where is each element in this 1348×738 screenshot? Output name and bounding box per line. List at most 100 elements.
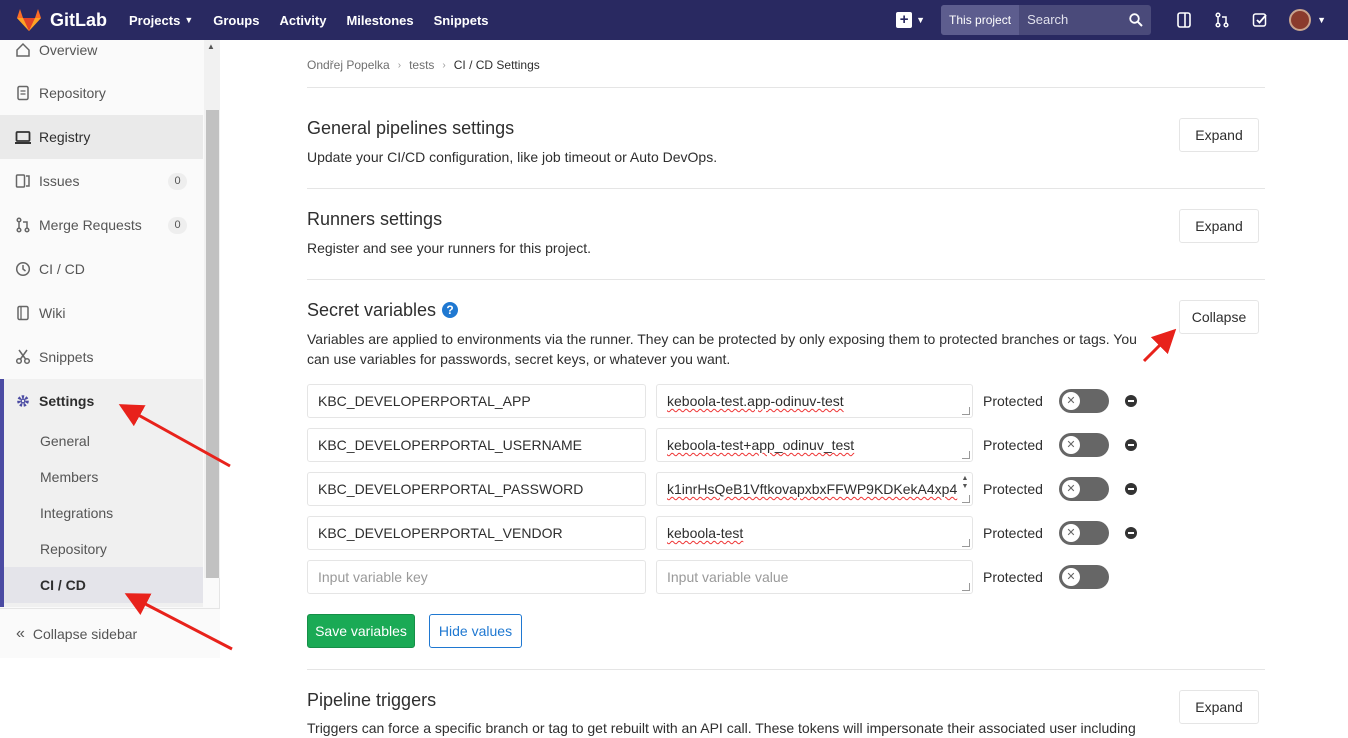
book-icon xyxy=(15,305,31,321)
scroll-up-arrow-icon[interactable]: ▲ xyxy=(207,42,215,51)
sidebar-item-settings[interactable]: Settings xyxy=(0,379,203,423)
resize-handle-icon[interactable] xyxy=(962,539,970,547)
new-variable-value-input[interactable]: Input variable value xyxy=(656,560,973,594)
sidebar-toggle-icon[interactable] xyxy=(1173,9,1195,31)
save-variables-button[interactable]: Save variables xyxy=(307,614,415,648)
general-pipelines-expand-button[interactable]: Expand xyxy=(1179,118,1259,152)
chevron-right-icon: › xyxy=(397,59,402,71)
secret-variables-title: Secret variables xyxy=(307,300,437,320)
divider xyxy=(307,87,1265,88)
protected-toggle[interactable]: ✕ xyxy=(1059,521,1109,545)
merge-icon xyxy=(15,217,31,233)
variable-value-input[interactable]: keboola-test xyxy=(656,516,973,550)
sidebar-item-issues[interactable]: Issues 0 xyxy=(0,159,203,203)
merge-request-icon[interactable] xyxy=(1211,9,1233,31)
sidebar-item-cicd[interactable]: CI / CD xyxy=(0,247,203,291)
issues-count-badge: 0 xyxy=(168,172,187,190)
variable-value-input[interactable]: keboola-test.app-odinuv-test xyxy=(656,384,973,418)
search-input[interactable]: Search xyxy=(1019,5,1151,35)
variable-value-text: keboola-test.app-odinuv-test xyxy=(667,393,844,409)
new-variable-key-input[interactable]: Input variable key xyxy=(307,560,646,594)
plus-icon: + xyxy=(896,12,913,28)
sidebar-item-merge-requests[interactable]: Merge Requests 0 xyxy=(0,203,203,247)
settings-submenu: General Members Integrations Repository … xyxy=(0,419,203,607)
submenu-repository[interactable]: Repository xyxy=(40,531,107,567)
sidebar-item-snippets[interactable]: Snippets xyxy=(0,335,203,379)
sidebar-item-overview[interactable]: Overview xyxy=(0,28,203,72)
key-placeholder: Input variable key xyxy=(318,569,428,585)
user-avatar[interactable] xyxy=(1289,9,1312,31)
breadcrumb-user[interactable]: Ondřej Popelka xyxy=(307,58,390,72)
divider xyxy=(307,669,1265,670)
sidebar-item-wiki[interactable]: Wiki xyxy=(0,291,203,335)
submenu-integrations[interactable]: Integrations xyxy=(40,495,113,531)
nav-milestones-label: Milestones xyxy=(346,12,414,28)
close-icon: ✕ xyxy=(1062,392,1080,410)
close-icon: ✕ xyxy=(1062,524,1080,542)
general-pipelines-title: General pipelines settings xyxy=(307,118,515,138)
variable-key-input[interactable]: KBC_DEVELOPERPORTAL_USERNAME xyxy=(307,428,646,462)
todo-check-icon[interactable] xyxy=(1249,9,1271,31)
nav-projects-label: Projects xyxy=(129,12,181,28)
secret-variables-collapse-button[interactable]: Collapse xyxy=(1179,300,1259,334)
pipeline-triggers-desc: Triggers can force a specific branch or … xyxy=(307,720,1136,736)
chevron-down-icon[interactable]: ▼ xyxy=(1317,15,1326,25)
protected-label: Protected xyxy=(983,393,1043,409)
resize-handle-icon[interactable] xyxy=(962,495,970,503)
question-circle-icon[interactable]: ? xyxy=(442,302,459,318)
chevron-right-icon: › xyxy=(442,59,446,71)
nav-groups-label: Groups xyxy=(213,12,260,28)
project-sidebar: Overview Repository Registry Issues 0 Me… xyxy=(0,40,220,658)
remove-variable-icon[interactable] xyxy=(1125,527,1137,539)
nav-milestones[interactable]: Milestones xyxy=(346,13,413,28)
sidebar-item-label: Wiki xyxy=(39,305,66,321)
protected-toggle[interactable]: ✕ xyxy=(1059,477,1109,501)
runners-settings-expand-button[interactable]: Expand xyxy=(1179,209,1259,243)
search-placeholder: Search xyxy=(1027,12,1069,27)
doc-icon xyxy=(15,85,31,101)
search-scope-badge[interactable]: This project xyxy=(941,5,1020,35)
variable-value-input[interactable]: k1inrHsQeB1VftkovapxbxFFWP9KDKekA4xp4 ▲ ▼ xyxy=(656,472,973,506)
sidebar-item-repository[interactable]: Repository xyxy=(0,71,203,115)
resize-handle-icon[interactable] xyxy=(962,583,970,591)
variable-value-text: keboola-test+app_odinuv_test xyxy=(667,437,855,453)
nav-activity[interactable]: Activity xyxy=(279,13,326,28)
breadcrumb-current[interactable]: CI / CD Settings xyxy=(454,58,540,72)
resize-handle-icon[interactable] xyxy=(962,407,970,415)
divider xyxy=(307,279,1265,280)
nav-snippets[interactable]: Snippets xyxy=(434,13,489,28)
double-chevron-left-icon: « xyxy=(16,624,25,642)
new-item-button[interactable]: + ▼ xyxy=(896,12,925,28)
remove-variable-icon[interactable] xyxy=(1125,395,1137,407)
protected-toggle[interactable]: ✕ xyxy=(1059,433,1109,457)
scroll-arrows-icon[interactable]: ▲ ▼ xyxy=(960,475,970,491)
protected-toggle[interactable]: ✕ xyxy=(1059,565,1109,589)
sidebar-item-label: Repository xyxy=(39,85,106,101)
laptop-icon xyxy=(15,129,31,145)
protected-toggle[interactable]: ✕ xyxy=(1059,389,1109,413)
variable-value-input[interactable]: keboola-test+app_odinuv_test xyxy=(656,428,973,462)
submenu-members[interactable]: Members xyxy=(40,459,98,495)
hide-values-button[interactable]: Hide values xyxy=(429,614,522,648)
nav-projects[interactable]: Projects ▼ xyxy=(129,13,193,28)
remove-variable-icon[interactable] xyxy=(1125,483,1137,495)
scissors-icon xyxy=(15,349,31,365)
pipeline-triggers-expand-button[interactable]: Expand xyxy=(1179,690,1259,724)
submenu-cicd[interactable]: CI / CD xyxy=(4,567,203,603)
submenu-general[interactable]: General xyxy=(40,423,90,459)
search-box[interactable]: This project Search xyxy=(941,5,1152,35)
variable-key-input[interactable]: KBC_DEVELOPERPORTAL_VENDOR xyxy=(307,516,646,550)
resize-handle-icon[interactable] xyxy=(962,451,970,459)
variable-value-text: k1inrHsQeB1VftkovapxbxFFWP9KDKekA4xp4 xyxy=(667,481,958,497)
remove-variable-icon[interactable] xyxy=(1125,439,1137,451)
nav-groups[interactable]: Groups xyxy=(213,13,259,28)
collapse-sidebar-button[interactable]: « Collapse sidebar xyxy=(0,608,220,658)
close-icon: ✕ xyxy=(1062,568,1080,586)
merge-requests-count-badge: 0 xyxy=(168,216,187,234)
sidebar-item-registry[interactable]: Registry xyxy=(0,115,203,159)
general-pipelines-desc: Update your CI/CD configuration, like jo… xyxy=(307,149,718,165)
sidebar-scrollbar-thumb[interactable] xyxy=(206,110,219,578)
breadcrumb-project[interactable]: tests xyxy=(409,58,434,72)
variable-key-input[interactable]: KBC_DEVELOPERPORTAL_APP xyxy=(307,384,646,418)
variable-key-input[interactable]: KBC_DEVELOPERPORTAL_PASSWORD xyxy=(307,472,646,506)
